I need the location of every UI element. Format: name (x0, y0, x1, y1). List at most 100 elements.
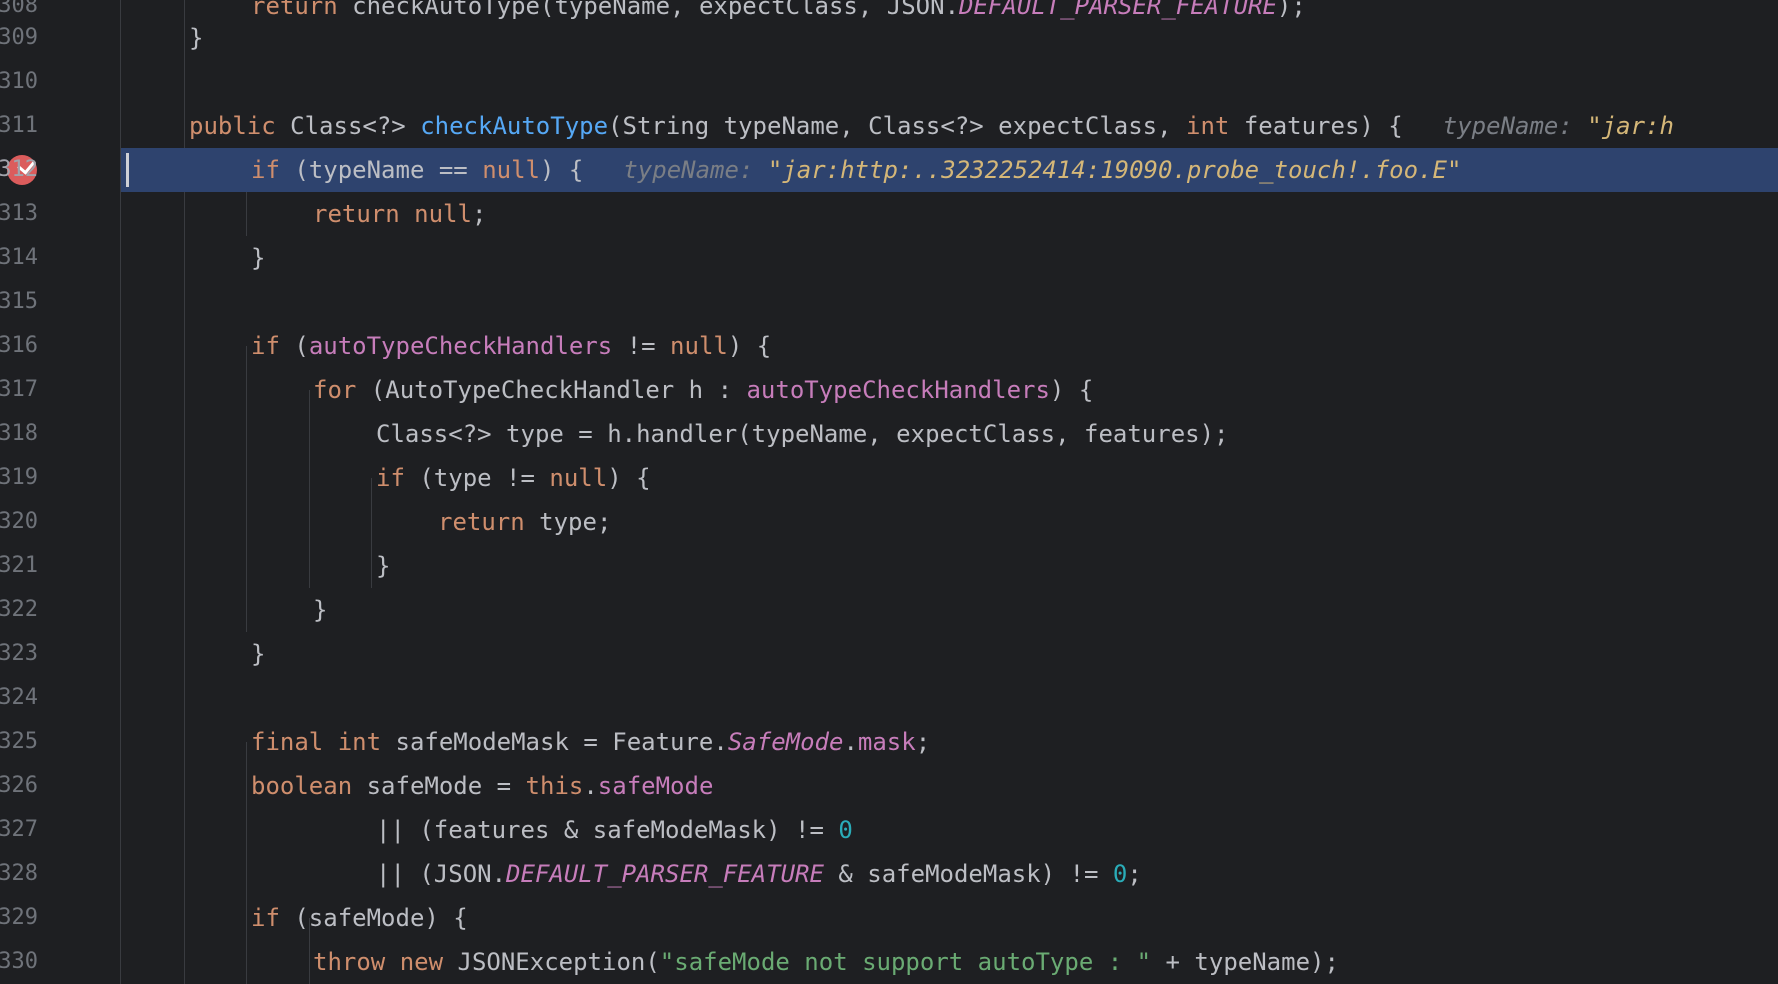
line-number: 322 (0, 597, 38, 622)
inlay-hint-value: "jar:h (1587, 112, 1674, 140)
code-token: ( (294, 332, 309, 360)
keyword-token: if (376, 464, 420, 492)
field-token: mask (857, 728, 916, 756)
code-line[interactable]: } (121, 632, 1778, 676)
code-line[interactable]: for (AutoTypeCheckHandler h : autoTypeCh… (121, 368, 1778, 412)
inlay-hint-label: typeName: (1442, 112, 1588, 140)
gutter-line[interactable]: 322 (0, 588, 120, 632)
code-line[interactable]: boolean safeMode = this.safeMode (121, 764, 1778, 808)
string-token: "safeMode not support autoType : " (659, 948, 1152, 976)
line-number: 311 (0, 113, 38, 138)
keyword-token: this (525, 772, 584, 800)
code-line[interactable]: if (safeMode) { (121, 896, 1778, 940)
code-line[interactable]: return null; (121, 192, 1778, 236)
line-number: 330 (0, 949, 38, 974)
gutter-line[interactable]: 310 (0, 60, 120, 104)
keyword-token: boolean (251, 772, 367, 800)
gutter-line-breakpoint[interactable]: 312 (0, 148, 120, 192)
code-token: safeModeMask = Feature. (395, 728, 728, 756)
code-token: ) { (1049, 376, 1094, 404)
gutter-line[interactable]: 328 (0, 852, 120, 896)
gutter-line[interactable]: 321 (0, 544, 120, 588)
code-token: safeMode = (366, 772, 526, 800)
keyword-token: new (399, 948, 458, 976)
code-line[interactable]: public Class<?> checkAutoType(String typ… (121, 104, 1778, 148)
line-number: 314 (0, 245, 38, 270)
gutter-line[interactable]: 313 (0, 192, 120, 236)
code-token: & safeModeMask) != (823, 860, 1113, 888)
line-number: 310 (0, 69, 38, 94)
code-token: (String typeName, Class<?> expectClass, (608, 112, 1187, 140)
gutter-line[interactable]: 325 (0, 720, 120, 764)
gutter-line[interactable]: 330 (0, 940, 120, 984)
gutter-line[interactable]: 314 (0, 236, 120, 280)
code-line[interactable]: Class<?> type = h.handler(typeName, expe… (121, 412, 1778, 456)
method-name-token: checkAutoType (420, 112, 609, 140)
keyword-token: int (337, 728, 396, 756)
code-line[interactable]: if (type != null) { (121, 456, 1778, 500)
code-token: type; (539, 508, 612, 536)
code-token: Class<?> (290, 112, 421, 140)
editor-gutter[interactable]: 308 309 310 311 312 313 314 315 316 317 … (0, 0, 121, 984)
gutter-line[interactable]: 327 (0, 808, 120, 852)
keyword-token: if (251, 156, 295, 184)
keyword-token: int (1186, 112, 1244, 140)
gutter-line[interactable]: 319 (0, 456, 120, 500)
gutter-line[interactable]: 315 (0, 280, 120, 324)
gutter-line[interactable]: 329 (0, 896, 120, 940)
gutter-line[interactable]: 320 (0, 500, 120, 544)
gutter-line[interactable]: 317 (0, 368, 120, 412)
keyword-token: null (414, 200, 472, 228)
code-token: } (313, 596, 328, 624)
gutter-line[interactable]: 323 (0, 632, 120, 676)
code-line[interactable]: } (121, 588, 1778, 632)
code-token: + typeName); (1151, 948, 1339, 976)
line-number: 309 (0, 25, 38, 50)
gutter-line[interactable]: 309 (0, 16, 120, 60)
number-token: 0 (838, 816, 853, 844)
code-area[interactable]: return checkAutoType(typeName, expectCla… (121, 0, 1778, 984)
code-token: (AutoTypeCheckHandler h : (370, 376, 747, 404)
code-line[interactable] (121, 60, 1778, 104)
code-token: } (376, 552, 391, 580)
code-line[interactable]: final int safeModeMask = Feature.SafeMod… (121, 720, 1778, 764)
code-token: || (features & safeModeMask) != (376, 816, 839, 844)
code-line[interactable]: } (121, 16, 1778, 60)
code-token: ; (915, 728, 931, 756)
code-line[interactable] (121, 676, 1778, 720)
code-token: ; (471, 200, 487, 228)
code-token: (type != (419, 464, 550, 492)
code-line[interactable]: throw new JSONException("safeMode not su… (121, 940, 1778, 984)
keyword-token: throw (313, 948, 400, 976)
code-line[interactable]: } (121, 544, 1778, 588)
code-line[interactable] (121, 280, 1778, 324)
code-line[interactable]: if (autoTypeCheckHandlers != null) { (121, 324, 1778, 368)
code-token: . (843, 728, 858, 756)
line-number: 312 (0, 157, 38, 182)
code-token: (safeMode) { (294, 904, 468, 932)
keyword-token: null (670, 332, 728, 360)
inlay-hint-label: typeName: (623, 156, 768, 184)
gutter-line[interactable]: 311 (0, 104, 120, 148)
gutter-line[interactable]: 316 (0, 324, 120, 368)
gutter-line[interactable]: 326 (0, 764, 120, 808)
line-number: 315 (0, 289, 38, 314)
code-line[interactable]: return type; (121, 500, 1778, 544)
line-number: 323 (0, 641, 38, 666)
code-editor[interactable]: 308 309 310 311 312 313 314 315 316 317 … (0, 0, 1778, 984)
line-number: 328 (0, 861, 38, 886)
keyword-token: return (313, 200, 415, 228)
code-line[interactable]: } (121, 236, 1778, 280)
code-line[interactable]: || (features & safeModeMask) != 0 (121, 808, 1778, 852)
code-token: JSONException( (457, 948, 660, 976)
number-token: 0 (1112, 860, 1128, 888)
inlay-hint-value: "jar:http:..3232252414:19090.probe_touch… (767, 156, 1462, 184)
code-token: . (583, 772, 598, 800)
code-line[interactable]: || (JSON.DEFAULT_PARSER_FEATURE & safeMo… (121, 852, 1778, 896)
gutter-line[interactable]: 318 (0, 412, 120, 456)
gutter-line[interactable]: 324 (0, 676, 120, 720)
line-number: 329 (0, 905, 38, 930)
static-field-token: DEFAULT_PARSER_FEATURE (506, 860, 824, 888)
execution-point-line[interactable]: if (typeName == null) {typeName: "jar:ht… (121, 148, 1778, 192)
code-token: } (189, 24, 204, 52)
